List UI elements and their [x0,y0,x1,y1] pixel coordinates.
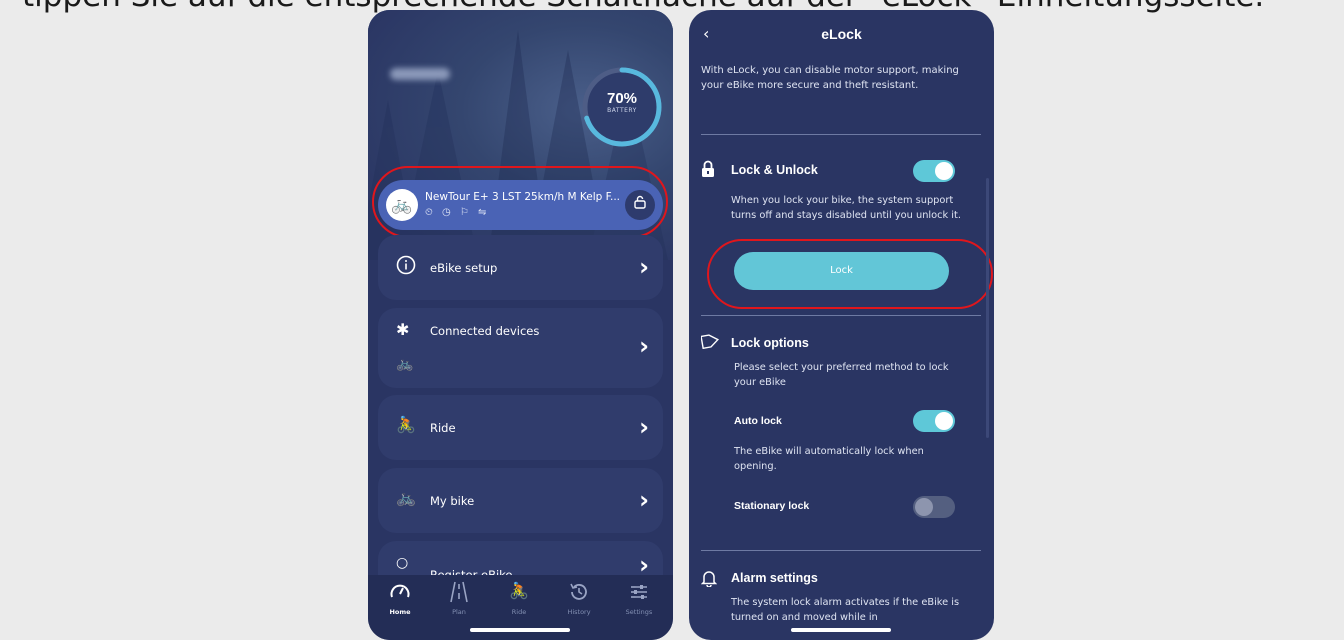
divider [701,550,981,551]
lock-unlock-description: When you lock your bike, the system supp… [731,195,961,221]
tab-history[interactable]: History [551,581,607,616]
sliders-icon [611,581,667,605]
auto-lock-toggle[interactable] [913,410,955,432]
page-title: eLock [821,26,862,42]
highlight-oval-lock-button [707,239,993,309]
lock-options-title: Lock options [731,336,809,350]
info-icon [396,255,416,280]
tab-label-home: Home [389,608,411,616]
divider [701,315,981,316]
home-indicator [470,628,570,632]
lock-unlock-title: Lock & Unlock [731,163,818,177]
menu-item-my-bike[interactable]: 🚲 My bike › [378,468,663,533]
bell-icon [700,569,718,591]
chevron-right-icon: › [639,486,649,514]
bike-icon: 🚲 [396,488,416,507]
padlock-icon [701,160,715,182]
tab-label-settings: Settings [625,608,653,616]
stationary-lock-toggle[interactable] [913,496,955,518]
battery-readout: 70% BATTERY [579,90,665,114]
history-icon [551,581,607,605]
tab-label-ride: Ride [511,608,527,616]
highlight-oval-bike-card [372,166,668,238]
tab-plan[interactable]: Plan [431,581,487,616]
divider [701,134,981,135]
stationary-lock-label: Stationary lock [734,500,810,512]
blurred-user-name [390,68,450,80]
register-icon: ○ [396,555,409,571]
tab-label-history: History [567,608,591,616]
chevron-right-icon: › [639,332,649,360]
chevron-right-icon: › [639,413,649,441]
auto-lock-description: The eBike will automatically lock when o… [734,446,924,472]
alarm-settings-title: Alarm settings [731,571,818,585]
lock-options-description: Please select your preferred method to l… [734,362,949,388]
menu-label-my-bike: My bike [430,494,475,508]
auto-lock-label: Auto lock [734,415,782,427]
menu-item-ride[interactable]: 🚴 Ride › [378,395,663,460]
battery-percent: 70% [606,90,638,107]
tab-settings[interactable]: Settings [611,581,667,616]
home-screen: 70% BATTERY 🚲 NewTour E+ 3 LST 25km/h M … [368,10,673,640]
cyclist-icon: 🚴 [509,581,529,600]
elock-screen: ‹ eLock With eLock, you can disable moto… [689,10,994,640]
scrollbar[interactable] [986,178,989,438]
tab-home[interactable]: Home [372,581,428,616]
cyclist-icon: 🚴 [396,415,416,434]
battery-label: BATTERY [607,107,637,114]
elock-intro-text: With eLock, you can disable motor suppor… [701,65,959,91]
menu-item-connected-devices[interactable]: ✱ Connected devices 🚲 › [378,308,663,388]
tag-icon [700,333,720,353]
menu-item-ebike-setup[interactable]: eBike setup › [378,235,663,300]
menu-label-ebike-setup: eBike setup [430,261,498,275]
tab-ride[interactable]: 🚴 Ride [491,581,547,616]
menu-label-ride: Ride [430,421,456,435]
home-indicator [791,628,891,632]
road-icon [431,581,487,605]
bike-small-icon: 🚲 [396,356,414,372]
chevron-right-icon: › [639,253,649,281]
menu-label-connected-devices: Connected devices [430,324,540,338]
lock-unlock-toggle[interactable] [913,160,955,182]
speedometer-icon [372,581,428,605]
alarm-settings-description: The system lock alarm activates if the e… [731,597,960,623]
bluetooth-icon: ✱ [396,320,410,339]
tab-label-plan: Plan [452,608,466,616]
